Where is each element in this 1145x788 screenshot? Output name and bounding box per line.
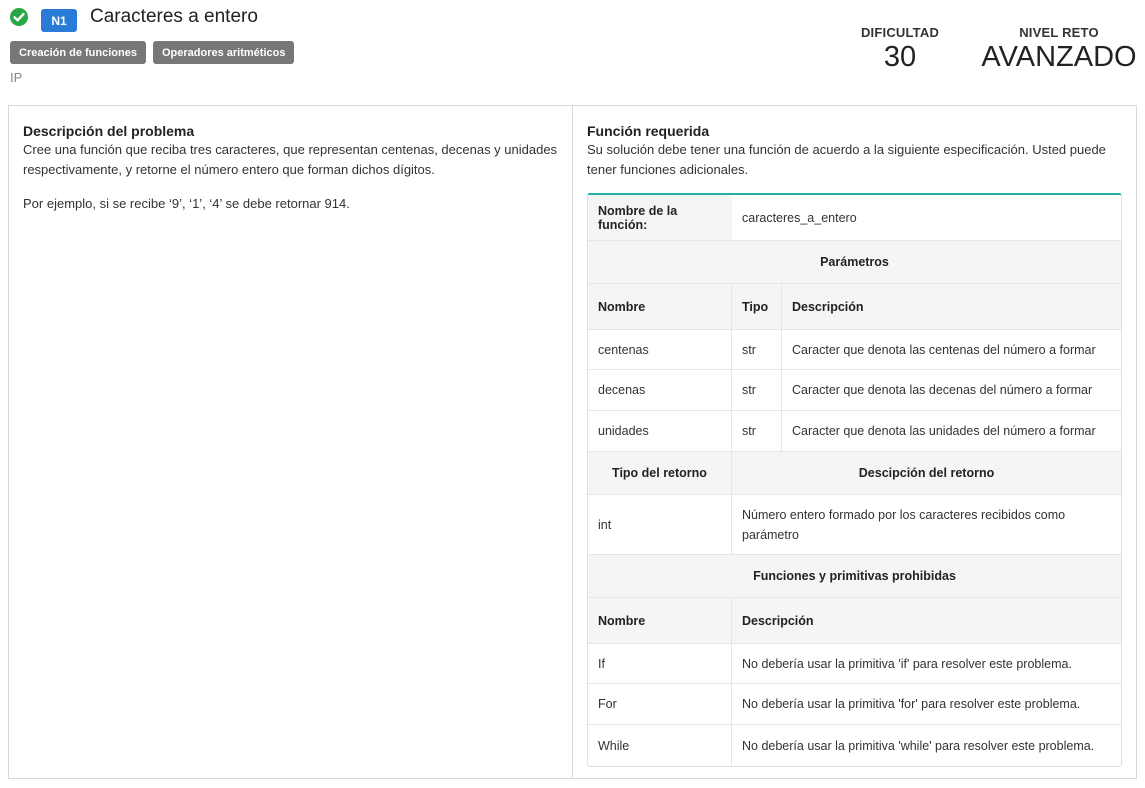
prohibited-title-row: Funciones y primitivas prohibidas [588,555,1121,598]
param-name: unidades [588,411,732,451]
return-type: int [588,495,732,554]
prohibited-name: For [588,684,732,724]
difficulty-stat: DIFICULTAD 30 [856,25,944,74]
description-paragraph: Cree una función que reciba tres caracte… [23,142,558,177]
params-header-name: Nombre [588,284,732,329]
function-spec-table: Nombre de la función: caracteres_a_enter… [587,193,1122,767]
level-badge: N1 [41,9,77,32]
prohibited-desc: No debería usar la primitiva 'for' para … [742,697,1081,711]
table-row: For No debería usar la primitiva 'for' p… [588,684,1121,725]
params-header-type: Tipo [732,284,782,329]
function-name-label: Nombre de la función: [588,195,732,240]
param-name: centenas [588,330,732,369]
return-desc-header: Descipción del retorno [858,466,995,480]
prohibited-desc: No debería usar la primitiva 'if' para r… [742,656,1072,671]
prohibited-desc: No debería usar la primitiva 'while' par… [742,738,1095,753]
param-desc: Caracter que denota las centenas del núm… [792,342,1096,357]
function-name-value: caracteres_a_entero [742,210,857,225]
prohibited-name: While [588,725,732,766]
return-row: int Número entero formado por los caract… [588,495,1121,555]
param-type: str [732,370,782,410]
level-label: NIVEL RETO [1019,25,1099,40]
table-row: While No debería usar la primitiva 'whil… [588,725,1121,766]
table-row: decenas str Caracter que denota las dece… [588,370,1121,411]
level-value: AVANZADO [981,41,1137,73]
difficulty-value: 30 [883,41,917,73]
param-desc: Caracter que denota las unidades del núm… [792,424,1096,438]
tag-creacion-funciones[interactable]: Creación de funciones [10,41,146,64]
description-section: Descripción del problema Cree una funció… [9,106,573,778]
check-circle-icon [10,8,28,26]
params-title-row: Parámetros [588,241,1121,284]
difficulty-label: DIFICULTAD [860,25,940,40]
param-desc: Caracter que denota las decenas del núme… [792,383,1093,397]
function-intro: Su solución debe tener una función de ac… [587,142,1106,177]
return-desc: Número entero formado por los caracteres… [742,507,1066,542]
function-section: Función requerida Su solución debe tener… [573,106,1136,778]
tag-operadores-aritmeticos[interactable]: Operadores aritméticos [152,41,295,64]
params-header-desc: Descripción [792,299,864,314]
function-name-row: Nombre de la función: caracteres_a_enter… [588,195,1121,241]
return-type-header: Tipo del retorno [588,452,732,494]
params-header-row: Nombre Tipo Descripción [588,284,1121,330]
description-example: Por ejemplo, si se recibe ‘9’, ‘1’, ‘4’ … [23,196,350,211]
table-row: centenas str Caracter que denota las cen… [588,330,1121,370]
prohibited-header-desc: Descripción [742,613,814,628]
prohibited-title: Funciones y primitivas prohibidas [753,569,956,583]
prohibited-header-row: Nombre Descripción [588,598,1121,644]
function-title: Función requerida [587,123,710,139]
return-header-row: Tipo del retorno Descipción del retorno [588,452,1121,495]
table-row: If No debería usar la primitiva 'if' par… [588,644,1121,684]
prohibited-name: If [588,644,732,683]
prohibited-header-name: Nombre [588,598,732,643]
description-title: Descripción del problema [23,123,195,139]
param-type: str [732,411,782,451]
param-name: decenas [588,370,732,410]
params-title: Parámetros [820,255,889,269]
tag-list: Creación de funciones Operadores aritmét… [10,41,295,64]
level-stat: NIVEL RETO AVANZADO [978,25,1140,74]
table-row: unidades str Caracter que denota las uni… [588,411,1121,452]
problem-panel: Descripción del problema Cree una funció… [8,105,1137,779]
page-title: Caracteres a entero [90,6,258,27]
param-type: str [732,330,782,369]
course-label: IP [10,70,23,85]
